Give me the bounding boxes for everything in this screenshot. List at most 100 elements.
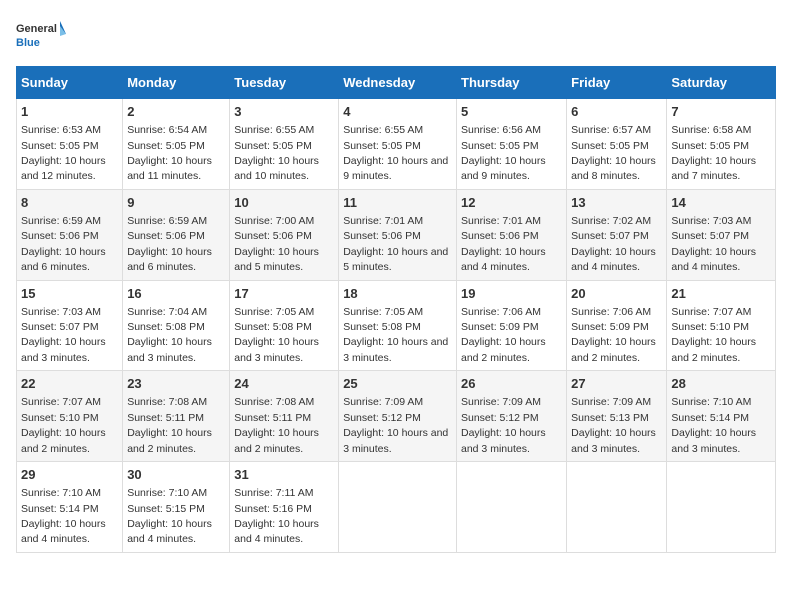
daylight-info: Daylight: 10 hours and 10 minutes. [234,155,319,182]
day-number: 27 [571,375,662,393]
sunrise-info: Sunrise: 7:09 AM [343,396,423,408]
sunset-info: Sunset: 5:14 PM [21,503,99,515]
day-number: 23 [127,375,225,393]
daylight-info: Daylight: 10 hours and 4 minutes. [671,246,756,273]
day-number: 8 [21,194,118,212]
daylight-info: Daylight: 10 hours and 8 minutes. [571,155,656,182]
sunset-info: Sunset: 5:08 PM [234,321,312,333]
daylight-info: Daylight: 10 hours and 3 minutes. [127,336,212,363]
sunrise-info: Sunrise: 7:10 AM [671,396,751,408]
calendar-cell: 3Sunrise: 6:55 AMSunset: 5:05 PMDaylight… [230,99,339,190]
logo: General Blue [16,16,66,56]
sunrise-info: Sunrise: 6:53 AM [21,124,101,136]
column-header-friday: Friday [567,67,667,99]
daylight-info: Daylight: 10 hours and 2 minutes. [671,336,756,363]
sunset-info: Sunset: 5:15 PM [127,503,205,515]
sunset-info: Sunset: 5:09 PM [461,321,539,333]
day-number: 5 [461,103,562,121]
sunset-info: Sunset: 5:05 PM [127,140,205,152]
day-number: 4 [343,103,452,121]
calendar-cell [457,462,567,553]
svg-text:General: General [16,23,57,35]
sunset-info: Sunset: 5:06 PM [343,230,421,242]
sunrise-info: Sunrise: 7:01 AM [461,215,541,227]
sunset-info: Sunset: 5:11 PM [234,412,311,424]
sunrise-info: Sunrise: 7:00 AM [234,215,314,227]
sunrise-info: Sunrise: 7:06 AM [571,306,651,318]
daylight-info: Daylight: 10 hours and 2 minutes. [21,427,106,454]
calendar-cell: 18Sunrise: 7:05 AMSunset: 5:08 PMDayligh… [339,280,457,371]
calendar-cell: 9Sunrise: 6:59 AMSunset: 5:06 PMDaylight… [123,189,230,280]
day-number: 3 [234,103,334,121]
daylight-info: Daylight: 10 hours and 3 minutes. [343,427,448,454]
week-row-2: 8 Sunrise: 6:59 AM Sunset: 5:06 PM Daylight… [17,189,776,280]
day-number: 21 [671,285,771,303]
day-number: 7 [671,103,771,121]
day-number: 6 [571,103,662,121]
sunset-info: Sunset: 5:14 PM [671,412,749,424]
day-number: 1 [21,103,118,121]
sunrise-info: Sunrise: 6:55 AM [343,124,423,136]
daylight-info: Daylight: 10 hours and 5 minutes. [343,246,448,273]
sunset-info: Sunset: 5:05 PM [343,140,421,152]
daylight-info: Daylight: 10 hours and 7 minutes. [671,155,756,182]
calendar-cell: 8Sunrise: 6:59 AMSunset: 5:06 PMDaylight… [17,189,123,280]
sunset-info: Sunset: 5:09 PM [571,321,649,333]
calendar-cell: 2Sunrise: 6:54 AMSunset: 5:05 PMDaylight… [123,99,230,190]
sunset-info: Sunset: 5:07 PM [21,321,99,333]
calendar-cell: 5Sunrise: 6:56 AMSunset: 5:05 PMDaylight… [457,99,567,190]
column-header-tuesday: Tuesday [230,67,339,99]
calendar-cell: 26Sunrise: 7:09 AMSunset: 5:12 PMDayligh… [457,371,567,462]
calendar-cell [667,462,776,553]
sunrise-info: Sunrise: 6:59 AM [127,215,207,227]
sunrise-info: Sunrise: 7:03 AM [21,306,101,318]
daylight-info: Daylight: 10 hours and 4 minutes. [21,518,106,545]
column-header-monday: Monday [123,67,230,99]
day-number: 25 [343,375,452,393]
calendar-cell: 15Sunrise: 7:03 AMSunset: 5:07 PMDayligh… [17,280,123,371]
daylight-info: Daylight: 10 hours and 3 minutes. [21,336,106,363]
calendar-cell: 24Sunrise: 7:08 AMSunset: 5:11 PMDayligh… [230,371,339,462]
daylight-info: Daylight: 10 hours and 3 minutes. [234,336,319,363]
calendar-cell: 7 Sunrise: 6:58 AM Sunset: 5:05 PM Daylight… [667,99,776,190]
calendar-cell: 13Sunrise: 7:02 AMSunset: 5:07 PMDayligh… [567,189,667,280]
week-row-4: 22 Sunrise: 7:07 AM Sunset: 5:10 PM Dayligh… [17,371,776,462]
sunset-info: Sunset: 5:10 PM [671,321,749,333]
day-number: 14 [671,194,771,212]
daylight-info: Daylight: 10 hours and 2 minutes. [127,427,212,454]
day-number: 20 [571,285,662,303]
daylight-info: Daylight: 10 hours and 9 minutes. [461,155,546,182]
day-number: 16 [127,285,225,303]
calendar-cell: 4Sunrise: 6:55 AMSunset: 5:05 PMDaylight… [339,99,457,190]
day-number: 28 [671,375,771,393]
daylight-info: Daylight: 10 hours and 12 minutes. [21,155,106,182]
day-number: 17 [234,285,334,303]
svg-text:Blue: Blue [16,37,40,49]
sunset-info: Sunset: 5:08 PM [343,321,421,333]
sunrise-info: Sunrise: 7:03 AM [671,215,751,227]
calendar-cell: 11Sunrise: 7:01 AMSunset: 5:06 PMDayligh… [339,189,457,280]
sunrise-info: Sunrise: 7:07 AM [671,306,751,318]
day-number: 9 [127,194,225,212]
sunrise-info: Sunrise: 6:57 AM [571,124,651,136]
sunrise-info: Sunrise: 6:58 AM [671,124,751,136]
sunset-info: Sunset: 5:10 PM [21,412,99,424]
sunset-info: Sunset: 5:13 PM [571,412,649,424]
header-row: SundayMondayTuesdayWednesdayThursdayFrid… [17,67,776,99]
column-header-thursday: Thursday [457,67,567,99]
calendar-body: 1 Sunrise: 6:53 AM Sunset: 5:05 PM Daylight… [17,99,776,553]
daylight-info: Daylight: 10 hours and 3 minutes. [461,427,546,454]
sunrise-info: Sunrise: 7:09 AM [571,396,651,408]
sunset-info: Sunset: 5:06 PM [21,230,99,242]
day-number: 30 [127,466,225,484]
sunrise-info: Sunrise: 7:10 AM [127,487,207,499]
sunrise-info: Sunrise: 6:54 AM [127,124,207,136]
calendar-table: SundayMondayTuesdayWednesdayThursdayFrid… [16,66,776,553]
day-number: 22 [21,375,118,393]
calendar-cell: 30Sunrise: 7:10 AMSunset: 5:15 PMDayligh… [123,462,230,553]
sunrise-info: Sunrise: 7:07 AM [21,396,101,408]
sunset-info: Sunset: 5:05 PM [21,140,99,152]
sunrise-info: Sunrise: 7:05 AM [234,306,314,318]
sunrise-info: Sunrise: 7:11 AM [234,487,313,499]
sunset-info: Sunset: 5:05 PM [671,140,749,152]
